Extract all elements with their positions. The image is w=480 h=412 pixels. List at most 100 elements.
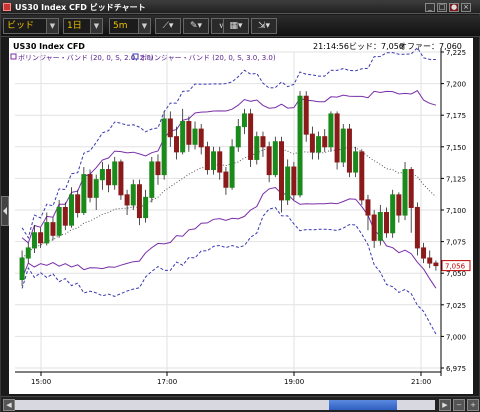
candle-down — [260, 136, 266, 148]
candlestick-chart[interactable]: US30 Index CFD 21:14:56 ビッド：7,056 オファー：7… — [9, 38, 473, 394]
scroll-left-icon: ◀ — [6, 401, 12, 409]
y-tick-label: 7,075 — [446, 239, 466, 247]
candle-down — [396, 194, 402, 216]
line-tool-button[interactable]: ⟋▾ — [155, 18, 181, 34]
candle-down — [303, 95, 309, 135]
candle-down — [408, 169, 414, 208]
chart-symbol: US30 Index CFD — [13, 42, 85, 51]
y-tick-label: 7,100 — [446, 207, 466, 215]
maximize-button[interactable]: □ — [437, 3, 447, 12]
export-tool-button[interactable]: ⇲▾ — [251, 18, 277, 34]
export-tool-icon: ⇲▾ — [257, 21, 271, 31]
candle-down — [124, 194, 130, 206]
y-tick-label: 7,000 — [446, 333, 466, 341]
candle-up — [149, 161, 155, 198]
scroll-left-button[interactable]: ◀ — [3, 399, 15, 411]
price-type-select[interactable]: ビッド ▼ — [3, 18, 59, 34]
pin-tool-button[interactable]: ✎▾ — [183, 18, 209, 34]
candle-up — [272, 141, 278, 176]
pin-tool-icon: ✎▾ — [189, 21, 203, 31]
candle-down — [334, 113, 340, 163]
candle-down — [414, 206, 420, 249]
chart-time: 21:14:56 — [313, 42, 349, 51]
horizontal-scrollbar[interactable]: ◀ ▶ − + — [1, 396, 480, 412]
y-tick-label: 7,150 — [446, 144, 466, 152]
candle-down — [322, 136, 328, 148]
chevron-down-icon: ▼ — [46, 19, 58, 33]
candle-up — [44, 222, 50, 244]
period-select[interactable]: 1日 ▼ — [63, 18, 103, 34]
legend-item-2: ボリンジャー・バンド (20, 0, S, 3.0, 3.0) — [140, 54, 276, 62]
candle-down — [87, 174, 93, 198]
candle-down — [371, 214, 377, 241]
candle-down — [427, 257, 433, 264]
zoom-in-button[interactable]: + — [467, 399, 479, 411]
candle-up — [316, 136, 322, 153]
candle-down — [38, 232, 44, 244]
candle-up — [297, 95, 303, 196]
scroll-right-button[interactable]: ▶ — [439, 399, 451, 411]
chart-area[interactable]: US30 Index CFD 21:14:56 ビッド：7,056 オファー：7… — [9, 38, 473, 394]
scroll-right-icon: ▶ — [442, 401, 448, 409]
candle-down — [62, 206, 68, 226]
toolbar: ビッド ▼ 1日 ▼ 5m ▼ ⟋▾ ✎▾ √▾ ▦▾ ⇲▾ — [1, 15, 480, 37]
y-tick-label: 7,025 — [446, 302, 466, 310]
template-tool-button[interactable]: ▦▾ — [223, 18, 249, 34]
candle-down — [291, 166, 297, 196]
panel-collapse-handle[interactable] — [1, 196, 9, 226]
legend: ボリンジャー・バンド (20, 0, S, 2.0, 2.0) ボリンジャー・バ… — [10, 53, 276, 62]
candle-down — [266, 146, 272, 176]
candle-up — [390, 194, 396, 234]
candle-up — [353, 151, 359, 173]
price-type-value: ビッド — [7, 21, 35, 31]
candle-up — [328, 113, 334, 148]
candle-up — [81, 174, 87, 214]
candle-down — [384, 212, 389, 234]
candle-down — [359, 151, 365, 201]
candle-down — [174, 136, 179, 153]
candle-down — [217, 151, 223, 173]
window-title: US30 Index CFD ビッドチャート — [15, 3, 146, 12]
title-bar[interactable]: US30 Index CFD ビッドチャート _ □ ● × — [1, 1, 480, 14]
minimize-button[interactable]: _ — [425, 3, 435, 12]
template-tool-icon: ▦▾ — [229, 21, 243, 31]
candle-down — [365, 199, 371, 216]
candle-down — [433, 262, 439, 267]
chevron-down-icon: ▼ — [138, 19, 150, 33]
candle-down — [279, 141, 284, 201]
zoom-out-button[interactable]: − — [453, 399, 465, 411]
y-tick-label: 7,050 — [446, 270, 466, 278]
candle-down — [106, 169, 112, 186]
candle-down — [198, 128, 204, 148]
y-tick-label: 7,175 — [446, 112, 466, 120]
interval-value: 5m — [113, 21, 128, 31]
line-tool-icon: ⟋▾ — [162, 21, 174, 31]
candle-up — [285, 166, 291, 201]
y-tick-label: 7,200 — [446, 81, 466, 89]
candle-up — [241, 113, 247, 128]
candle-down — [186, 121, 192, 145]
candle-down — [118, 161, 124, 196]
y-tick-label: 7,125 — [446, 175, 466, 183]
alert-button[interactable]: ● — [449, 3, 459, 12]
close-button[interactable]: × — [461, 3, 471, 12]
candle-up — [211, 151, 217, 171]
bid-label: ビッド：7,056 — [349, 42, 404, 51]
candle-up — [31, 232, 37, 249]
candle-down — [346, 128, 352, 173]
candle-up — [130, 184, 136, 206]
candle-down — [204, 146, 210, 171]
interval-select[interactable]: 5m ▼ — [109, 18, 151, 34]
candle-up — [161, 118, 167, 176]
x-tick-label: 19:00 — [284, 378, 304, 386]
candle-up — [229, 146, 235, 188]
candle-up — [69, 194, 74, 226]
candle-down — [136, 184, 142, 219]
candle-down — [155, 161, 161, 176]
x-tick-label: 15:00 — [31, 378, 51, 386]
x-tick-label: 17:00 — [157, 378, 177, 386]
candle-up — [93, 179, 99, 198]
scroll-thumb[interactable] — [329, 400, 397, 410]
chart-background — [9, 38, 473, 394]
candle-up — [235, 126, 241, 148]
